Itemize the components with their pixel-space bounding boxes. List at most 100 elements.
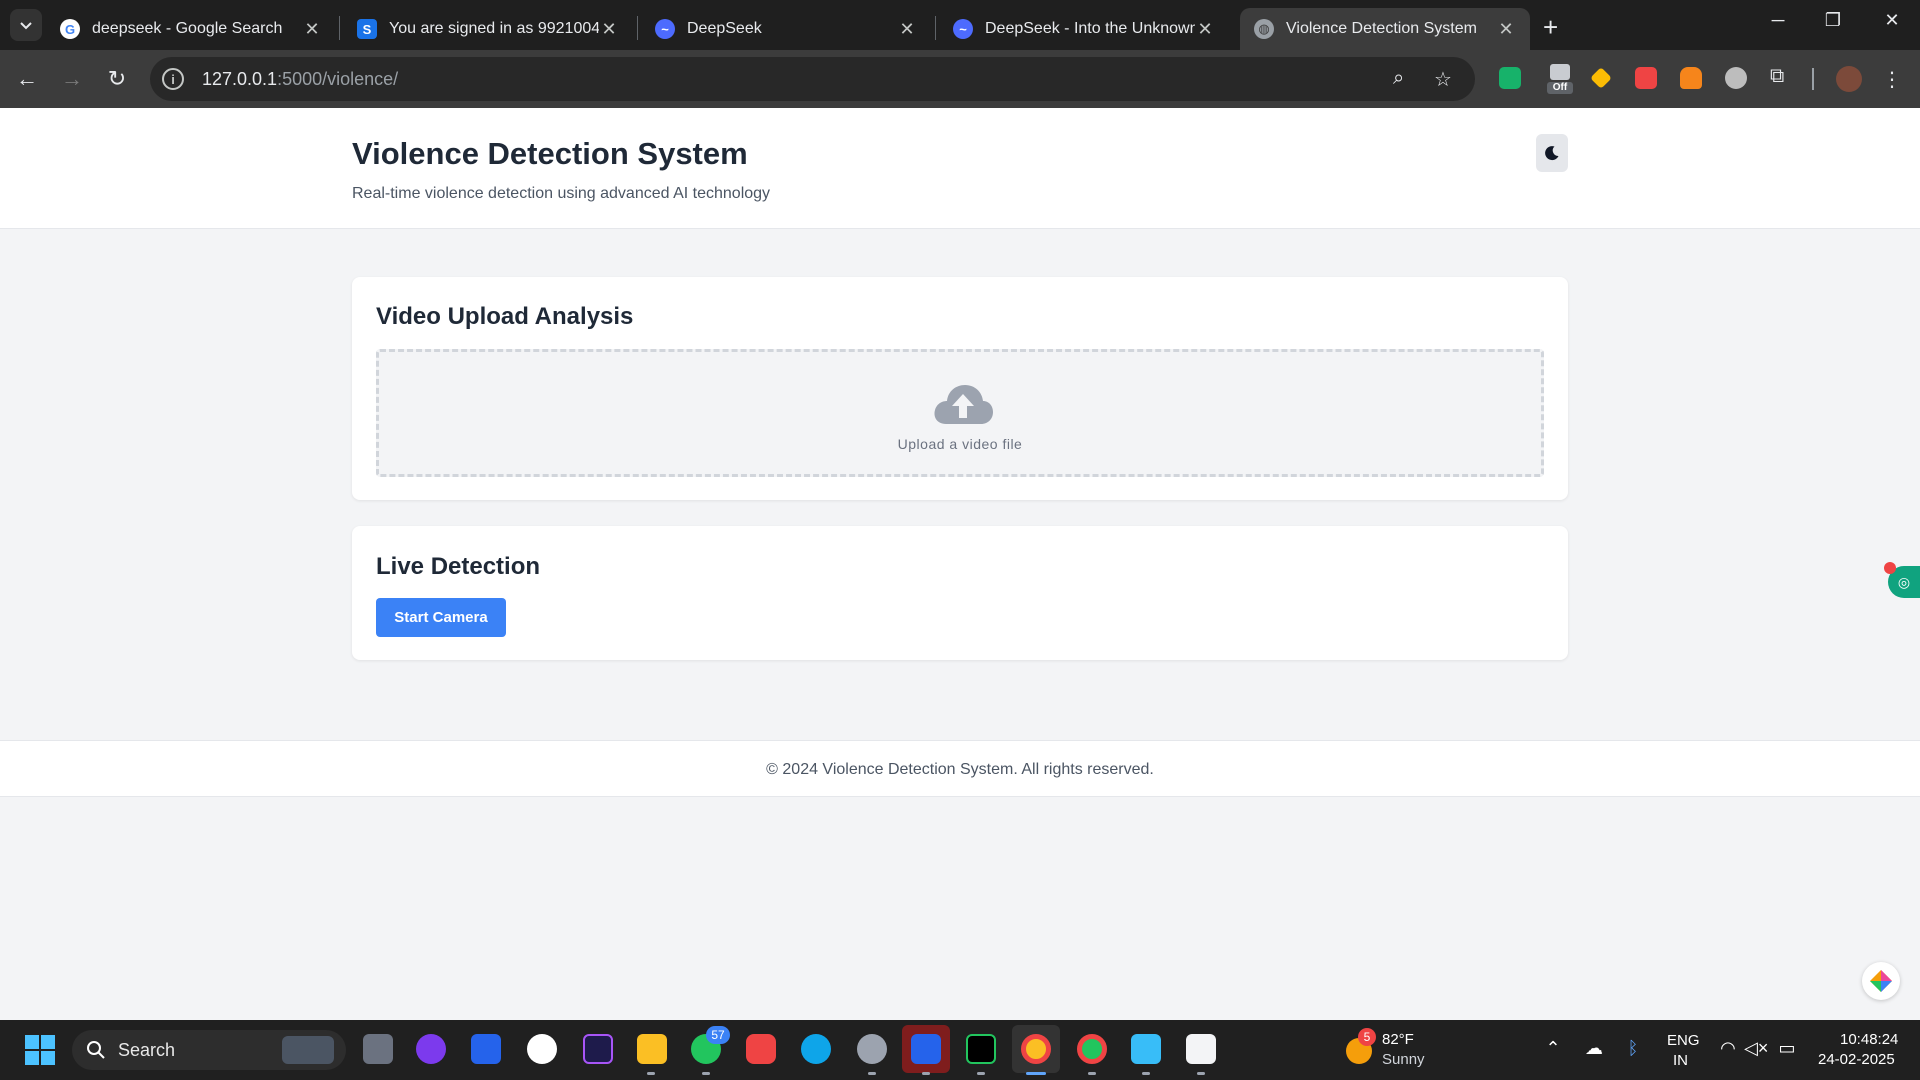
youtube-icon[interactable]	[746, 1034, 776, 1064]
page-content: Violence Detection System Real-time viol…	[0, 108, 1920, 1020]
tab-title: DeepSeek	[687, 20, 762, 37]
taskbar-search[interactable]: Search	[72, 1030, 346, 1070]
target-icon: ◎	[1897, 573, 1911, 590]
volume-muted-icon[interactable]: ◁×	[1744, 1038, 1768, 1059]
clock-date[interactable]: 24-02-2025	[1818, 1050, 1895, 1069]
whatsapp-icon[interactable]	[527, 1034, 557, 1064]
sigin-s-icon: S	[357, 19, 377, 39]
chevron-up-icon[interactable]: ⌃	[1541, 1038, 1565, 1059]
clock-time[interactable]: 10:48:24	[1840, 1030, 1898, 1049]
close-icon[interactable]: ✕	[897, 19, 917, 40]
battery-icon[interactable]: ▭	[1775, 1038, 1799, 1059]
extension-off-icon[interactable]: Off	[1547, 62, 1573, 94]
toolbar-divider	[1812, 68, 1814, 90]
site-header: Violence Detection System Real-time viol…	[0, 108, 1920, 229]
chrome-profile-icon[interactable]	[1077, 1034, 1107, 1064]
reload-icon[interactable]: ↻	[101, 63, 133, 95]
notification-dot	[1884, 562, 1896, 574]
running-indicator	[647, 1072, 655, 1075]
extension-off-badge: Off	[1547, 82, 1573, 94]
moon-icon	[1545, 146, 1559, 161]
page-subtitle: Real-time violence detection using advan…	[352, 185, 771, 202]
windows-taskbar: Search 57 5 82°F Sunny ⌃ ☁ ᛒ ENG IN ◠ ◁×…	[0, 1020, 1920, 1080]
new-tab-button[interactable]: +	[1543, 12, 1558, 43]
tab-title: deepseek - Google Search	[92, 20, 283, 37]
close-icon[interactable]: ✕	[1195, 19, 1215, 40]
tab-violence-detection[interactable]: ◍ Violence Detection System ✕	[1240, 8, 1530, 50]
red-extension-icon[interactable]	[1635, 67, 1657, 89]
dark-mode-toggle[interactable]	[1536, 134, 1568, 172]
tab-deepseek-unknown[interactable]: ~ DeepSeek - Into the Unknown ✕	[939, 8, 1229, 50]
running-indicator	[1197, 1072, 1205, 1075]
intellij-icon[interactable]	[583, 1034, 613, 1064]
upload-dropzone[interactable]: Upload a video file	[376, 349, 1544, 477]
close-icon[interactable]: ✕	[302, 19, 322, 40]
search-highlight-graphic	[282, 1036, 334, 1064]
address-bar[interactable]: i 127.0.0.1:5000/violence/ ⌕ ☆	[150, 57, 1475, 101]
weather-badge: 5	[1358, 1028, 1376, 1046]
cloud-upload-icon	[934, 385, 993, 424]
tab-search-button[interactable]	[10, 9, 42, 41]
running-indicator	[977, 1072, 985, 1075]
restore-icon[interactable]: ❐	[1818, 10, 1848, 31]
start-camera-button[interactable]: Start Camera	[376, 598, 506, 637]
puzzle-extensions-icon[interactable]: ⧉	[1770, 65, 1794, 89]
onedrive-cloud-icon[interactable]: ☁	[1582, 1038, 1606, 1059]
minimize-icon[interactable]: ─	[1763, 10, 1793, 31]
live-card-title: Live Detection	[376, 553, 541, 580]
tab-signed-in[interactable]: S You are signed in as 99210041 ✕	[343, 8, 633, 50]
more-menu-icon[interactable]: ⋮	[1876, 63, 1908, 95]
file-explorer-icon[interactable]	[637, 1034, 667, 1064]
tab-separator	[637, 16, 638, 40]
windows-start-icon[interactable]	[25, 1035, 55, 1065]
upload-label: Upload a video file	[897, 436, 1023, 452]
metamask-fox-icon[interactable]	[1680, 67, 1702, 89]
running-indicator	[922, 1072, 930, 1075]
url-host: 127.0.0.1	[202, 68, 278, 89]
edge-icon[interactable]	[801, 1034, 831, 1064]
tab-deepseek[interactable]: ~ DeepSeek ✕	[641, 8, 931, 50]
tab-separator	[935, 16, 936, 40]
deepseek-icon: ~	[655, 19, 675, 39]
forward-arrow-icon[interactable]: →	[56, 63, 88, 95]
running-indicator	[868, 1072, 876, 1075]
back-arrow-icon[interactable]: ←	[11, 63, 43, 95]
bluetooth-icon[interactable]: ᛒ	[1621, 1038, 1645, 1059]
language-line2[interactable]: IN	[1673, 1051, 1688, 1070]
wifi-icon[interactable]: ◠	[1716, 1038, 1740, 1059]
site-info-icon[interactable]: i	[162, 68, 184, 90]
floating-assistant-button[interactable]	[1862, 962, 1900, 1000]
tab-title: You are signed in as 99210041	[389, 20, 599, 37]
close-window-icon[interactable]: ✕	[1877, 10, 1907, 31]
chevron-down-icon	[20, 22, 32, 30]
word-icon[interactable]	[911, 1034, 941, 1064]
tab-google-search[interactable]: G deepseek - Google Search ✕	[46, 8, 336, 50]
tab-title: Violence Detection System	[1286, 20, 1477, 37]
bookmark-star-icon[interactable]: ☆	[1434, 67, 1452, 92]
running-indicator	[1088, 1072, 1096, 1075]
video-extension-icon[interactable]	[1499, 67, 1521, 89]
search-label: Search	[118, 1039, 176, 1060]
copilot-icon[interactable]	[416, 1034, 446, 1064]
close-icon[interactable]: ✕	[599, 19, 619, 40]
weather-temp: 82°F	[1382, 1031, 1414, 1048]
zoom-icon[interactable]: ⌕	[1393, 67, 1404, 90]
live-detection-card: Live Detection Start Camera	[352, 526, 1568, 660]
search-icon	[87, 1041, 105, 1059]
grey-extension-icon[interactable]	[1725, 67, 1747, 89]
rdp-icon[interactable]	[1131, 1034, 1161, 1064]
close-icon[interactable]: ✕	[1496, 19, 1516, 40]
chrome-icon[interactable]	[1021, 1034, 1051, 1064]
snipping-tool-icon[interactable]	[1186, 1034, 1216, 1064]
weather-desc: Sunny	[1382, 1051, 1425, 1068]
profile-avatar[interactable]	[1836, 66, 1862, 92]
globe-icon: ◍	[1254, 19, 1274, 39]
language-line1[interactable]: ENG	[1667, 1031, 1700, 1050]
pycharm-icon[interactable]	[966, 1034, 996, 1064]
settings-gear-icon[interactable]	[857, 1034, 887, 1064]
task-view-icon[interactable]	[363, 1034, 393, 1064]
todo-icon[interactable]	[471, 1034, 501, 1064]
highlighter-extension-icon[interactable]	[1590, 67, 1612, 89]
weather-widget[interactable]: 5 82°F Sunny	[1344, 1028, 1474, 1072]
tab-separator	[339, 16, 340, 40]
